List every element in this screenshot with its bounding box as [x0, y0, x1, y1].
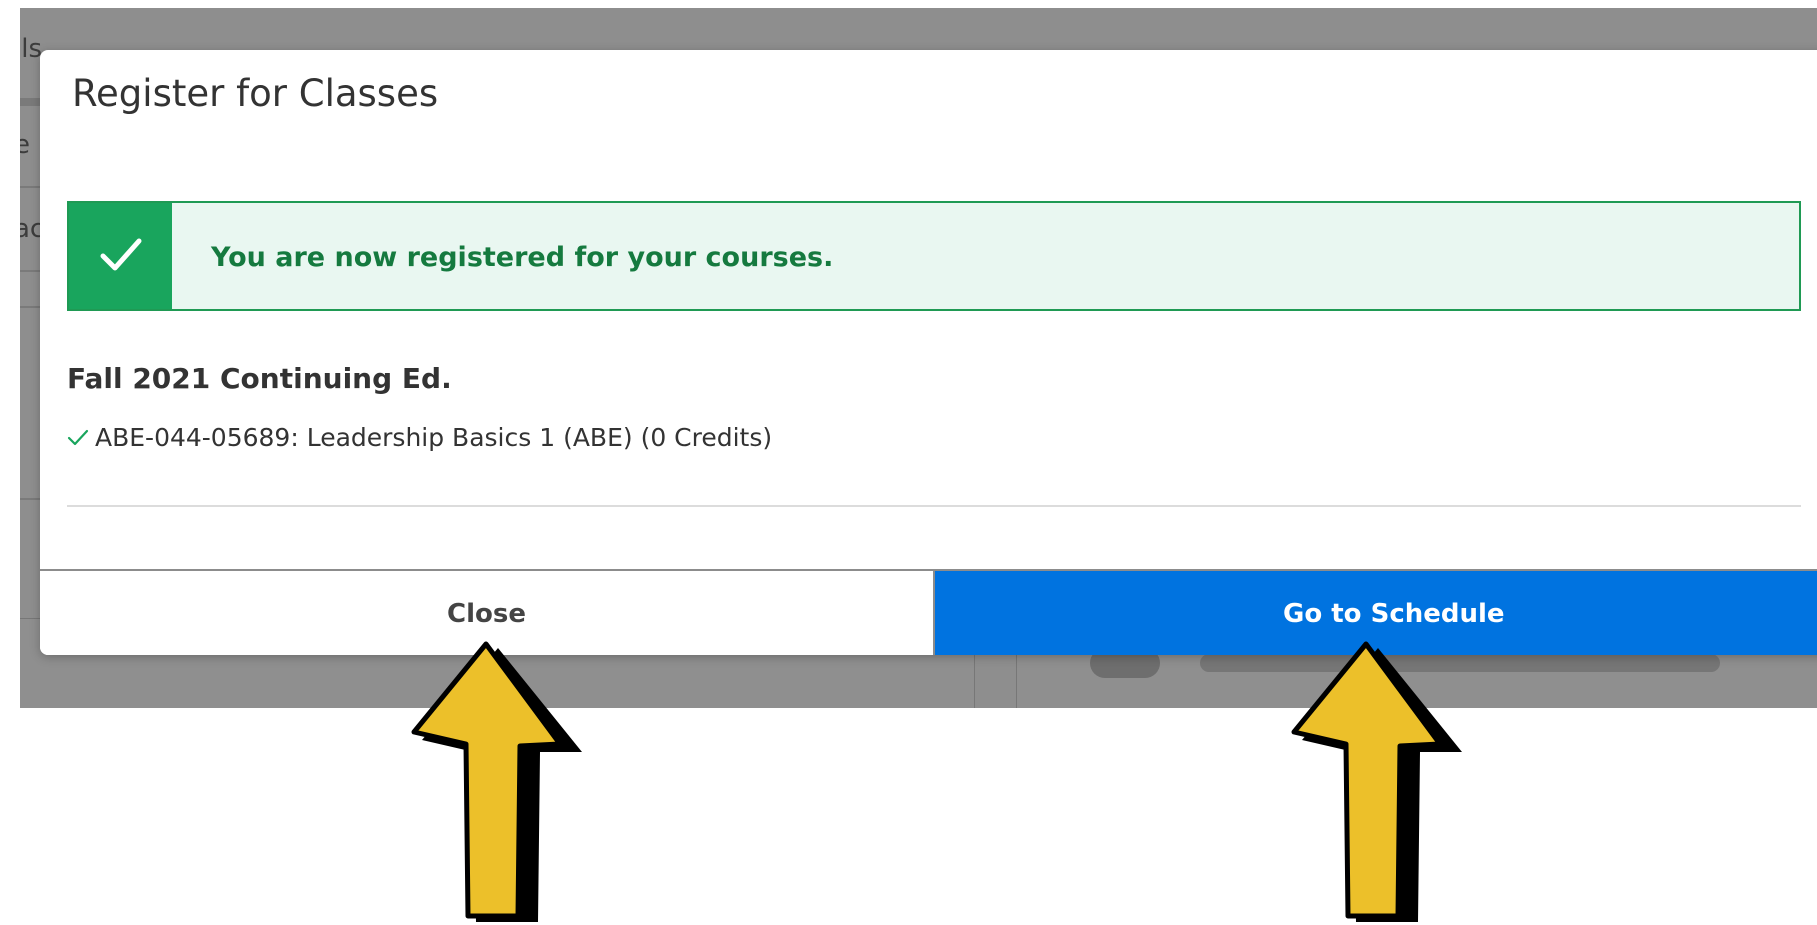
- term-heading: Fall 2021 Continuing Ed.: [67, 362, 452, 395]
- modal-title: Register for Classes: [72, 72, 439, 115]
- register-modal: Register for Classes You are now registe…: [40, 50, 1817, 655]
- bg-text-fragment: e: [20, 130, 30, 160]
- course-label: ABE-044-05689: Leadership Basics 1 (ABE)…: [95, 423, 773, 452]
- course-item: ABE-044-05689: Leadership Basics 1 (ABE)…: [67, 423, 772, 452]
- up-arrow-icon: [411, 641, 582, 922]
- up-arrow-icon: [1291, 641, 1462, 922]
- bg-text-fragment: ils: [20, 34, 42, 64]
- check-icon: [67, 423, 89, 452]
- alert-message: You are now registered for your courses.: [211, 242, 834, 273]
- modal-footer: Close Go to Schedule: [40, 569, 1817, 655]
- success-alert: You are now registered for your courses.: [67, 201, 1801, 311]
- divider: [67, 505, 1801, 507]
- checkmark-icon: [69, 203, 172, 309]
